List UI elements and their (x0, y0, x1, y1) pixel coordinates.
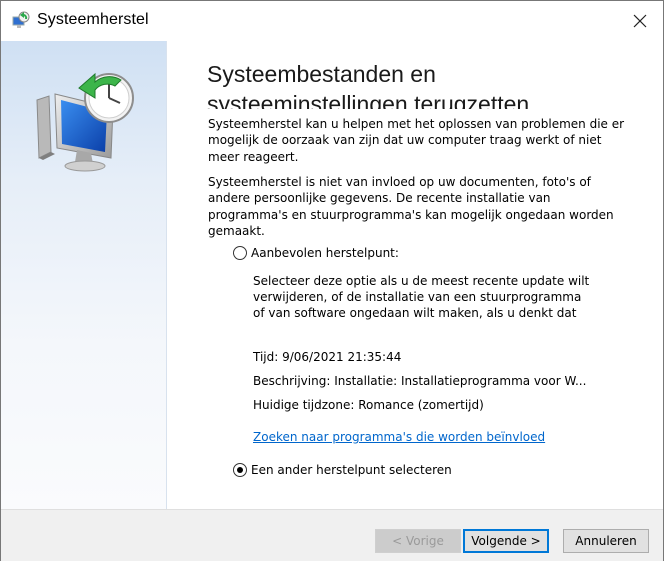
cancel-button[interactable]: Annuleren (563, 529, 649, 553)
other-restore-radio-label: Een ander herstelpunt selecteren (251, 463, 452, 477)
restore-time: Tijd: 9/06/2021 21:35:44 (253, 350, 402, 364)
next-button[interactable]: Volgende > (463, 529, 549, 553)
intro-paragraph: Systeemherstel kan u helpen met het oplo… (208, 117, 625, 164)
recommended-description: Selecteer deze optie als u de meest rece… (253, 274, 590, 320)
page-title-line2: systeeminstellingen terugzetten (207, 91, 530, 109)
close-icon (633, 14, 647, 28)
recommended-radio[interactable] (233, 246, 247, 260)
other-restore-option[interactable]: Een ander herstelpunt selecteren (233, 463, 452, 477)
recommended-restore-option[interactable]: Aanbevolen herstelpunt: (233, 246, 399, 260)
recommended-radio-label: Aanbevolen herstelpunt: (251, 246, 399, 260)
side-banner (1, 41, 167, 509)
page-title: Systeembestanden en systeeminstellingen … (207, 59, 607, 109)
info-paragraph: Systeemherstel is niet van invloed op uw… (208, 175, 614, 238)
main-content: Systeembestanden en systeeminstellingen … (167, 41, 663, 509)
system-restore-icon (12, 11, 30, 28)
system-restore-dialog: Systeemherstel Systeembestanden en syste… (0, 0, 664, 561)
page-title-line1: Systeembestanden en (207, 61, 436, 87)
button-bar: < Vorige Volgende > Annuleren (1, 509, 663, 561)
previous-button[interactable]: < Vorige (375, 529, 461, 553)
system-restore-illustration (36, 72, 134, 172)
close-button[interactable] (617, 1, 663, 41)
restore-description: Beschrijving: Installatie: Installatiepr… (253, 374, 587, 388)
title-bar[interactable]: Systeemherstel (1, 1, 663, 41)
other-restore-radio[interactable] (233, 463, 247, 477)
affected-programs-link[interactable]: Zoeken naar programma's die worden beïnv… (253, 430, 545, 444)
window-title: Systeemherstel (37, 11, 149, 28)
restore-timezone: Huidige tijdzone: Romance (zomertijd) (253, 398, 484, 412)
